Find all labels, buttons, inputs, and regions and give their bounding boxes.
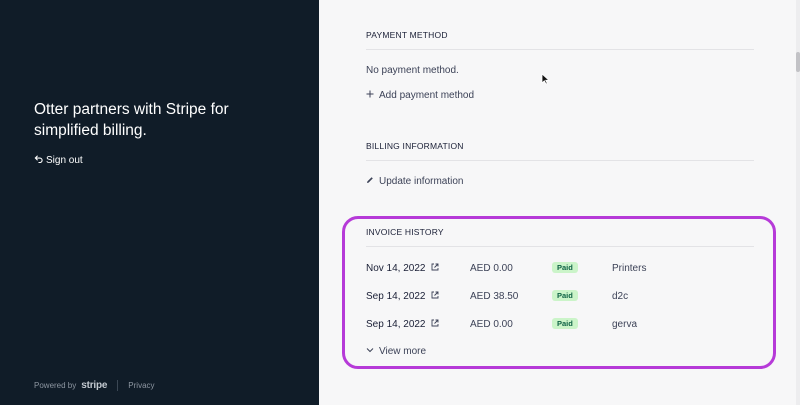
invoice-date-link[interactable]: Sep 14, 2022 <box>366 291 439 302</box>
invoice-date-link[interactable]: Sep 14, 2022 <box>366 319 439 330</box>
invoice-description: Printers <box>612 263 647 274</box>
stripe-logo[interactable]: stripe <box>81 380 107 391</box>
scrollbar[interactable] <box>796 0 800 405</box>
external-link-icon <box>431 263 439 274</box>
invoice-row[interactable]: Sep 14, 2022 AED 0.00 Paid gerva <box>366 318 754 332</box>
invoice-date: Nov 14, 2022 <box>366 263 426 274</box>
update-information-button[interactable]: Update information <box>366 176 464 187</box>
payment-method-title: PAYMENT METHOD <box>366 30 448 40</box>
status-badge: Paid <box>552 262 578 273</box>
invoice-amount: AED 0.00 <box>470 263 513 274</box>
add-payment-method-button[interactable]: Add payment method <box>366 90 474 101</box>
add-payment-method-label: Add payment method <box>379 90 475 101</box>
pencil-icon <box>366 176 374 187</box>
plus-icon <box>366 90 374 101</box>
invoice-row[interactable]: Sep 14, 2022 AED 38.50 Paid d2c <box>366 290 754 304</box>
brand-panel: Otter partners with Stripe for simplifie… <box>0 0 319 405</box>
divider <box>366 246 754 247</box>
view-more-button[interactable]: View more <box>366 346 426 357</box>
invoice-date-link[interactable]: Nov 14, 2022 <box>366 263 439 274</box>
invoice-history-title: INVOICE HISTORY <box>366 227 444 237</box>
invoice-date: Sep 14, 2022 <box>366 291 426 302</box>
scrollbar-thumb[interactable] <box>796 52 800 72</box>
invoice-amount: AED 0.00 <box>470 319 513 330</box>
invoice-amount: AED 38.50 <box>470 291 519 302</box>
footer-divider <box>117 380 119 391</box>
divider <box>366 160 754 161</box>
external-link-icon <box>431 319 439 330</box>
tagline: Otter partners with Stripe for simplifie… <box>34 101 229 139</box>
invoice-description: gerva <box>612 319 638 330</box>
sign-out-label: Sign out <box>46 154 83 166</box>
no-payment-method-text: No payment method. <box>366 65 459 76</box>
footer: Powered by stripe Privacy <box>34 380 155 391</box>
sign-out-link[interactable]: Sign out <box>34 154 83 166</box>
invoice-date: Sep 14, 2022 <box>366 319 426 330</box>
privacy-link[interactable]: Privacy <box>128 381 154 390</box>
billing-information-title: BILLING INFORMATION <box>366 141 464 151</box>
invoice-description: d2c <box>612 291 629 302</box>
invoice-row[interactable]: Nov 14, 2022 AED 0.00 Paid Printers <box>366 262 754 276</box>
view-more-label: View more <box>379 346 427 357</box>
powered-by-text: Powered by <box>34 381 77 390</box>
mouse-cursor-icon <box>541 72 551 85</box>
update-information-label: Update information <box>379 176 464 187</box>
chevron-down-icon <box>366 346 374 357</box>
status-badge: Paid <box>552 290 578 301</box>
external-link-icon <box>431 291 439 302</box>
back-arrow-icon <box>34 154 43 166</box>
divider <box>366 49 754 50</box>
status-badge: Paid <box>552 318 578 329</box>
